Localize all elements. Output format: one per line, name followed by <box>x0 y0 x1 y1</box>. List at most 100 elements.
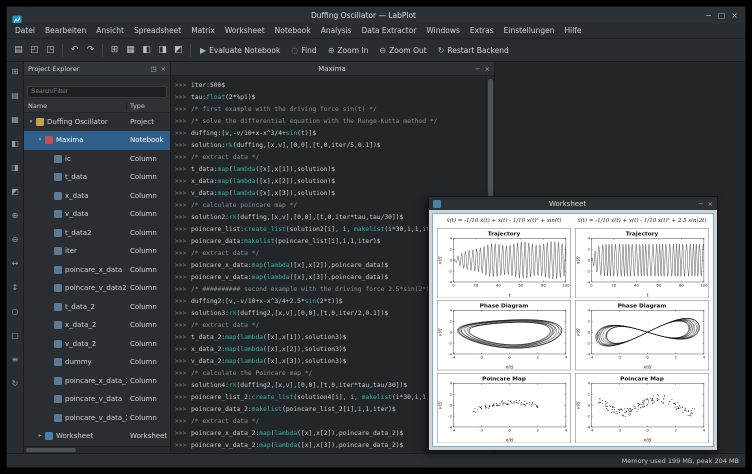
zoom-in-button[interactable]: ⊕Zoom In <box>323 44 374 57</box>
evaluate-notebook-button[interactable]: ▶Evaluate Notebook <box>195 44 285 57</box>
expander-open-icon[interactable]: ▾ <box>27 119 35 125</box>
new-datapicker-icon[interactable]: ◩ <box>171 43 186 58</box>
add-spreadsheet-icon[interactable]: ▤ <box>10 90 21 101</box>
notebook-code-line[interactable]: >>>solution:rk(duffing,[x,v],[0,0],[t,0,… <box>175 140 486 152</box>
save-file-icon[interactable]: ◳ <box>43 43 58 58</box>
notebook-code-line[interactable]: >>>iter:500$ <box>175 80 486 92</box>
tree-row-v-data-2[interactable]: v_data_2Column <box>24 335 170 354</box>
plot-poincare-map[interactable]: Poincare Map-4-2024-4-2024x(t)v(t) <box>437 373 571 443</box>
tree-row-worksheet[interactable]: ▸WorksheetWorksheet <box>24 427 170 446</box>
menu-ansicht[interactable]: Ansicht <box>91 24 129 37</box>
tree-row-poincare-x-data-2[interactable]: poincare_x_data_2Column <box>24 372 170 391</box>
zoom-out-button[interactable]: ⊖Zoom Out <box>374 44 431 57</box>
menu-datei[interactable]: Datei <box>10 24 40 37</box>
plot-poincare-map[interactable]: Poincare Map-4-2024-4-2024x(t)v(t) <box>575 373 709 443</box>
plot-trajectory[interactable]: Trajectory020406080100-4-2024tx(t) <box>437 228 571 298</box>
tree-row-poincare-v-data2[interactable]: poincare_v_data2Column <box>24 279 170 298</box>
worksheet-minimize-icon[interactable]: − <box>698 200 703 208</box>
explorer-hscroll-thumb[interactable] <box>26 448 76 452</box>
menu-spreadsheet[interactable]: Spreadsheet <box>129 24 186 37</box>
menu-notebook[interactable]: Notebook <box>270 24 316 37</box>
redo-icon[interactable]: ↷ <box>83 43 98 58</box>
open-file-icon[interactable]: ◰ <box>27 43 42 58</box>
menu-einstellungen[interactable]: Einstellungen <box>499 24 560 37</box>
notebook-code-line[interactable]: >>>x_data:map(lambda([x],x[2]),solution)… <box>175 176 486 188</box>
plot-formula-title[interactable]: ẍ(t) = -1/10 ẋ(t) + x(t) - 1/10 x(t)³ + … <box>437 217 571 226</box>
notebook-code-line[interactable]: >>>t_data:map(lambda([x],x[1]),solution)… <box>175 164 486 176</box>
tree-row-iter[interactable]: iterColumn <box>24 242 170 261</box>
menu-extras[interactable]: Extras <box>465 24 499 37</box>
new-worksheet-icon[interactable]: ◧ <box>139 43 154 58</box>
plot-trajectory[interactable]: Trajectory020406080100-4-2024tx(t) <box>575 228 709 298</box>
menu-matrix[interactable]: Matrix <box>186 24 220 37</box>
worksheet-close-icon[interactable]: × <box>708 200 713 208</box>
menu-windows[interactable]: Windows <box>421 24 464 37</box>
tree-row-poincare-x-data[interactable]: poincare_x_dataColumn <box>24 261 170 280</box>
add-worksheet-icon[interactable]: ◧ <box>10 138 21 149</box>
plot-formula-title[interactable]: ẍ(t) = -1/10 ẋ(t) + x(t) - 1/10 x(t)³ + … <box>575 217 709 226</box>
column-header-type[interactable]: Type <box>127 102 170 110</box>
tree-row-x-data[interactable]: x_dataColumn <box>24 187 170 206</box>
prompt: >>> <box>175 284 191 296</box>
new-file-icon[interactable]: ▤ <box>11 43 26 58</box>
close-icon[interactable]: × <box>729 11 740 20</box>
add-folder-icon[interactable]: ⊞ <box>10 66 21 77</box>
explorer-hscrollbar[interactable] <box>24 446 170 453</box>
zoom-out-icon[interactable]: ⊖ <box>10 234 21 245</box>
expander-closed-icon[interactable]: ▸ <box>36 433 44 439</box>
code-text: x_data_2:map(lambda([x],x[2]),solution3)… <box>191 344 346 356</box>
add-matrix-icon[interactable]: ▦ <box>10 114 21 125</box>
notebook-close-icon[interactable]: × <box>485 65 490 73</box>
notebook-vscroll-thumb[interactable] <box>488 79 493 199</box>
new-spreadsheet-icon[interactable]: ⊞ <box>107 43 122 58</box>
tree-row-dummy[interactable]: dummyColumn <box>24 353 170 372</box>
minimize-icon[interactable]: − <box>703 11 714 20</box>
tree-row-t-data-2[interactable]: t_data_2Column <box>24 298 170 317</box>
close-panel-icon[interactable]: × <box>161 65 166 73</box>
plot-phase-diagram[interactable]: Phase Diagram-4-2024-4-2024x(t)v(t) <box>437 300 571 370</box>
tree-row-t-data2[interactable]: t_data2Column <box>24 224 170 243</box>
notebook-code-line[interactable]: >>>/* first example with the driving for… <box>175 104 486 116</box>
tree-row-x-data-2[interactable]: x_data_2Column <box>24 316 170 335</box>
menu-bearbeiten[interactable]: Bearbeiten <box>40 24 91 37</box>
menu-hilfe[interactable]: Hilfe <box>559 24 586 37</box>
column-header-name[interactable]: Name <box>24 102 127 110</box>
maximize-icon[interactable]: □ <box>716 11 727 20</box>
worksheet-window[interactable]: Worksheet − × ẍ(t) = -1/10 ẋ(t) + x(t) -… <box>428 196 718 451</box>
find-button[interactable]: ◌Find <box>286 44 321 57</box>
search-input[interactable] <box>27 86 167 98</box>
restart-backend-button[interactable]: ↻Restart Backend <box>433 44 514 57</box>
tree-row-poincare-v-data[interactable]: poincare_v_dataColumn <box>24 390 170 409</box>
shape-icon[interactable]: □ <box>10 330 21 341</box>
notebook-code-line[interactable]: >>>duffing:[v,-v/10+x-x^3/4+sin(t)]$ <box>175 128 486 140</box>
notebook-minimize-icon[interactable]: − <box>475 65 480 73</box>
expander-open-icon[interactable]: ▾ <box>36 137 44 143</box>
list-icon[interactable]: ≡ <box>10 354 21 365</box>
refresh-icon[interactable]: ↻ <box>10 378 21 389</box>
svg-text:-2: -2 <box>618 427 622 432</box>
plot-phase-diagram[interactable]: Phase Diagram-4-2024-4-2024x(t)v(t) <box>575 300 709 370</box>
undo-icon[interactable]: ↶ <box>67 43 82 58</box>
menu-data-extractor[interactable]: Data Extractor <box>357 24 422 37</box>
select-icon[interactable]: ○ <box>10 306 21 317</box>
notebook-code-line[interactable]: >>>tau:float(2*%pi)$ <box>175 92 486 104</box>
notebook-code-line[interactable]: >>>/* solve the differential equation wi… <box>175 116 486 128</box>
tree-row-ic[interactable]: icColumn <box>24 150 170 169</box>
zoom-in-icon[interactable]: ⊕ <box>10 210 21 221</box>
worksheet-page[interactable]: ẍ(t) = -1/10 ẋ(t) + x(t) - 1/10 x(t)³ + … <box>432 213 714 447</box>
add-notebook-icon[interactable]: ◨ <box>10 162 21 173</box>
tree-row-duffing-oscillator[interactable]: ▾Duffing OscillatorProject <box>24 113 170 132</box>
tree-row-t-data[interactable]: t_dataColumn <box>24 168 170 187</box>
tree-row-maxima[interactable]: ▾MaximaNotebook <box>24 131 170 150</box>
pan-horizontal-icon[interactable]: ↔ <box>10 258 21 269</box>
tree-row-v-data[interactable]: v_dataColumn <box>24 205 170 224</box>
tree-row-poincare-v-data-2[interactable]: poincare_v_data_2Column <box>24 409 170 428</box>
menu-analysis[interactable]: Analysis <box>316 24 357 37</box>
float-panel-icon[interactable]: ◳ <box>150 65 156 73</box>
menu-worksheet[interactable]: Worksheet <box>220 24 270 37</box>
new-matrix-icon[interactable]: ▦ <box>123 43 138 58</box>
notebook-code-line[interactable]: >>>/* extract data */ <box>175 152 486 164</box>
add-datapicker-icon[interactable]: ◩ <box>10 186 21 197</box>
pan-vertical-icon[interactable]: ↕ <box>10 282 21 293</box>
new-notebook-icon[interactable]: ◨ <box>155 43 170 58</box>
